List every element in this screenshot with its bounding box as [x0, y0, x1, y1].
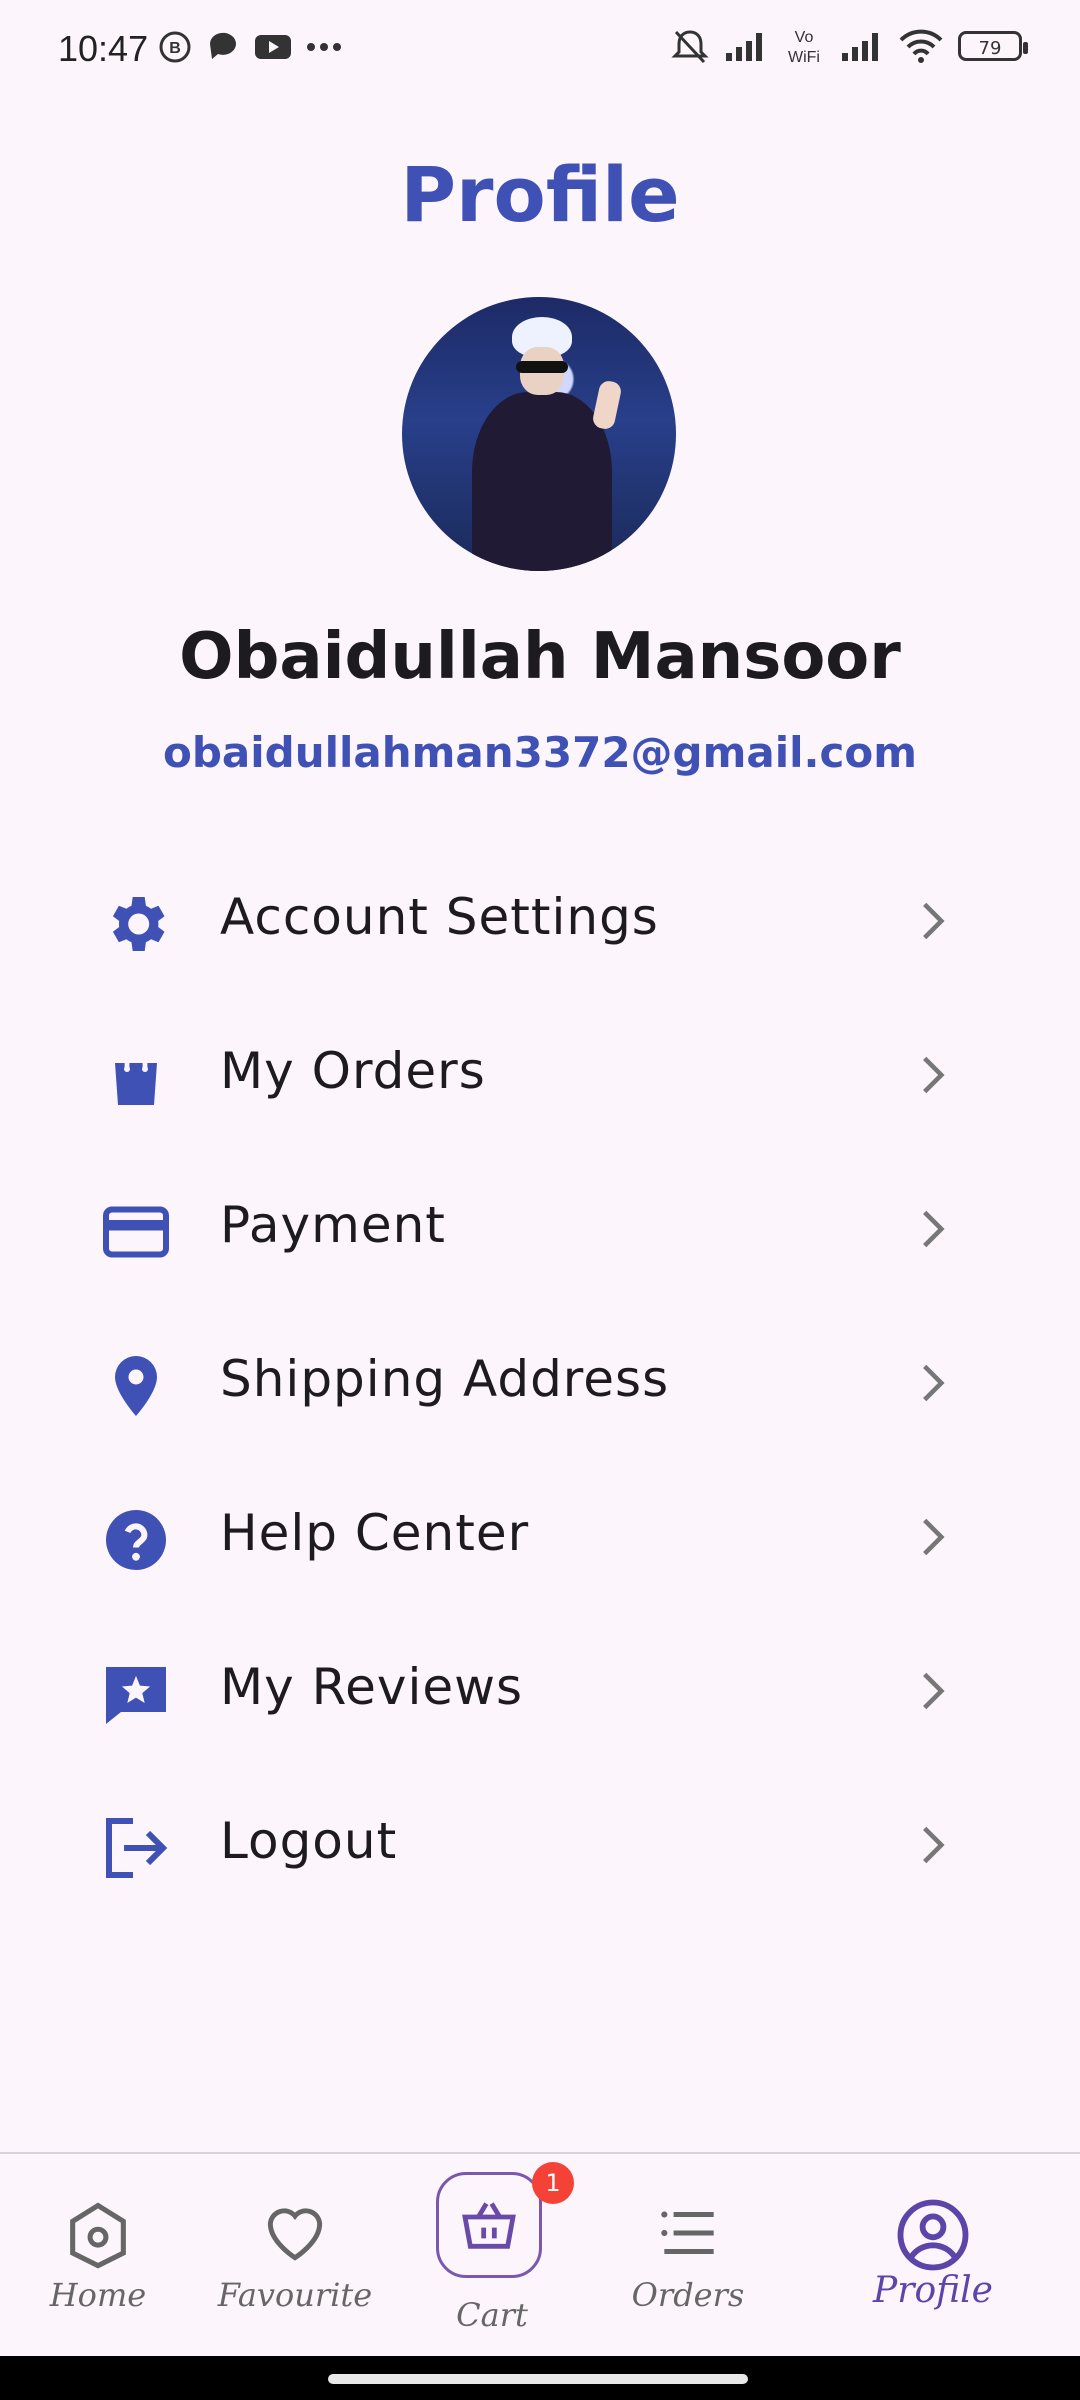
avatar[interactable] — [402, 297, 676, 571]
status-right-icons: Vo WiFi 79 — [670, 26, 1028, 66]
help-circle-icon — [106, 1510, 166, 1570]
basket-icon — [462, 2202, 516, 2249]
home-icon — [70, 2202, 126, 2269]
nav-orders-label: Orders — [631, 2276, 745, 2314]
user-email: obaidullahman3372@gmail.com — [163, 728, 917, 777]
chevron-right-icon — [923, 1056, 945, 1094]
nav-favourite[interactable]: Favourite — [212, 2154, 378, 2354]
home-gesture-handle[interactable] — [328, 2374, 748, 2384]
chevron-right-icon — [923, 1210, 945, 1248]
menu-item-my-reviews[interactable]: My Reviews — [0, 1614, 1080, 1768]
battery-icon: 79 — [958, 31, 1028, 61]
heart-icon — [267, 2208, 323, 2261]
nav-home-label: Home — [49, 2276, 147, 2314]
wifi-icon — [899, 29, 943, 63]
status-bar: 10:47 B Vo WiFi 79 — [0, 0, 1080, 100]
signal-icon — [726, 33, 762, 61]
chevron-right-icon — [923, 902, 945, 940]
user-name: Obaidullah Mansoor — [179, 620, 901, 694]
menu-item-logout[interactable]: Logout — [0, 1768, 1080, 1922]
chat-bubble-icon — [209, 32, 236, 59]
battery-level: 79 — [978, 38, 1002, 59]
menu-item-label: Shipping Address — [220, 1350, 670, 1408]
signal-icon — [842, 33, 878, 61]
cart-count-badge: 1 — [532, 2162, 574, 2204]
menu-item-account-settings[interactable]: Account Settings — [0, 844, 1080, 998]
nav-profile[interactable]: Profile — [850, 2154, 1016, 2354]
b-circle-icon: B — [159, 31, 191, 63]
vowifi-icon: Vo WiFi — [788, 29, 820, 66]
status-time: 10:47 — [58, 28, 149, 69]
gear-icon — [112, 897, 165, 951]
review-star-icon — [106, 1667, 166, 1724]
menu-item-label: My Orders — [220, 1042, 486, 1100]
svg-text:WiFi: WiFi — [788, 49, 820, 66]
svg-text:Vo: Vo — [795, 29, 814, 46]
page-title: Profile — [400, 150, 680, 239]
bell-off-icon — [671, 30, 709, 64]
menu-item-label: Help Center — [220, 1504, 530, 1562]
nav-orders[interactable]: Orders — [608, 2154, 768, 2354]
menu-item-label: Account Settings — [220, 888, 659, 946]
logout-icon — [106, 1818, 168, 1878]
chevron-right-icon — [923, 1364, 945, 1402]
menu-item-label: Payment — [220, 1196, 446, 1254]
bottom-nav: Home Favourite 1 Cart Orders Profile — [0, 2152, 1080, 2354]
youtube-icon — [255, 35, 291, 59]
location-pin-icon — [115, 1356, 157, 1416]
nav-cart[interactable]: 1 Cart — [412, 2154, 574, 2354]
svg-text:B: B — [169, 40, 181, 57]
chevron-right-icon — [923, 1672, 945, 1710]
menu-item-shipping-address[interactable]: Shipping Address — [0, 1306, 1080, 1460]
menu-item-label: My Reviews — [220, 1658, 524, 1716]
menu-item-my-orders[interactable]: My Orders — [0, 998, 1080, 1152]
menu-item-payment[interactable]: Payment — [0, 1152, 1080, 1306]
list-icon — [661, 2211, 714, 2254]
menu-item-help-center[interactable]: Help Center — [0, 1460, 1080, 1614]
chevron-right-icon — [923, 1826, 945, 1864]
nav-home[interactable]: Home — [18, 2154, 178, 2354]
profile-icon — [897, 2199, 969, 2271]
more-dots-icon — [307, 43, 341, 51]
profile-menu: Account Settings My Orders Payment Shipp… — [0, 844, 1080, 1922]
system-gesture-bar — [0, 2356, 1080, 2400]
nav-profile-label: Profile — [873, 2270, 993, 2311]
shopping-bag-icon — [115, 1048, 157, 1105]
cart-button-frame — [436, 2172, 542, 2278]
status-left-icons: B — [158, 30, 342, 64]
menu-item-label: Logout — [220, 1812, 398, 1870]
chevron-right-icon — [923, 1518, 945, 1556]
nav-cart-label: Cart — [456, 2296, 528, 2334]
nav-favourite-label: Favourite — [217, 2276, 373, 2314]
credit-card-icon — [103, 1206, 169, 1258]
